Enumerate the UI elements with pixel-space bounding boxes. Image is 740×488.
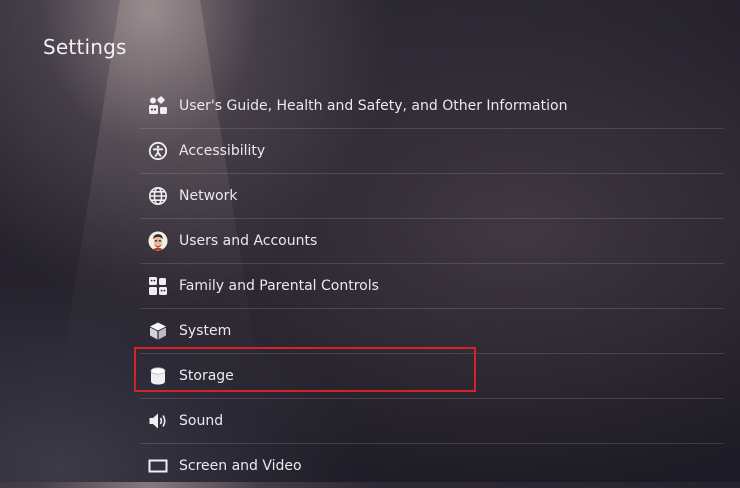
menu-item-label: Users and Accounts	[179, 233, 318, 249]
menu-item-accessibility[interactable]: Accessibility	[140, 129, 724, 174]
menu-item-label: System	[179, 323, 232, 339]
menu-item-users-accounts[interactable]: Users and Accounts	[140, 219, 724, 264]
menu-item-network[interactable]: Network	[140, 174, 724, 219]
menu-item-label: Screen and Video	[179, 458, 302, 474]
guide-icon	[147, 95, 169, 117]
cube-icon	[147, 320, 169, 342]
globe-icon	[147, 185, 169, 207]
avatar-icon	[147, 230, 169, 252]
menu-item-family-parental[interactable]: Family and Parental Controls	[140, 264, 724, 309]
menu-item-label: User's Guide, Health and Safety, and Oth…	[179, 98, 568, 114]
menu-item-screen-video[interactable]: Screen and Video	[140, 444, 724, 488]
speaker-icon	[147, 410, 169, 432]
settings-menu: User's Guide, Health and Safety, and Oth…	[140, 84, 724, 488]
menu-item-label: Network	[179, 188, 238, 204]
menu-item-sound[interactable]: Sound	[140, 399, 724, 444]
menu-item-users-guide[interactable]: User's Guide, Health and Safety, and Oth…	[140, 84, 724, 129]
menu-item-label: Accessibility	[179, 143, 266, 159]
menu-item-label: Family and Parental Controls	[179, 278, 379, 294]
accessibility-icon	[147, 140, 169, 162]
storage-icon	[147, 365, 169, 387]
page-title: Settings	[43, 35, 127, 59]
screen-icon	[147, 455, 169, 477]
menu-item-system[interactable]: System	[140, 309, 724, 354]
family-icon	[147, 275, 169, 297]
menu-item-label: Sound	[179, 413, 224, 429]
menu-item-storage[interactable]: Storage	[140, 354, 724, 399]
menu-item-label: Storage	[179, 368, 234, 384]
